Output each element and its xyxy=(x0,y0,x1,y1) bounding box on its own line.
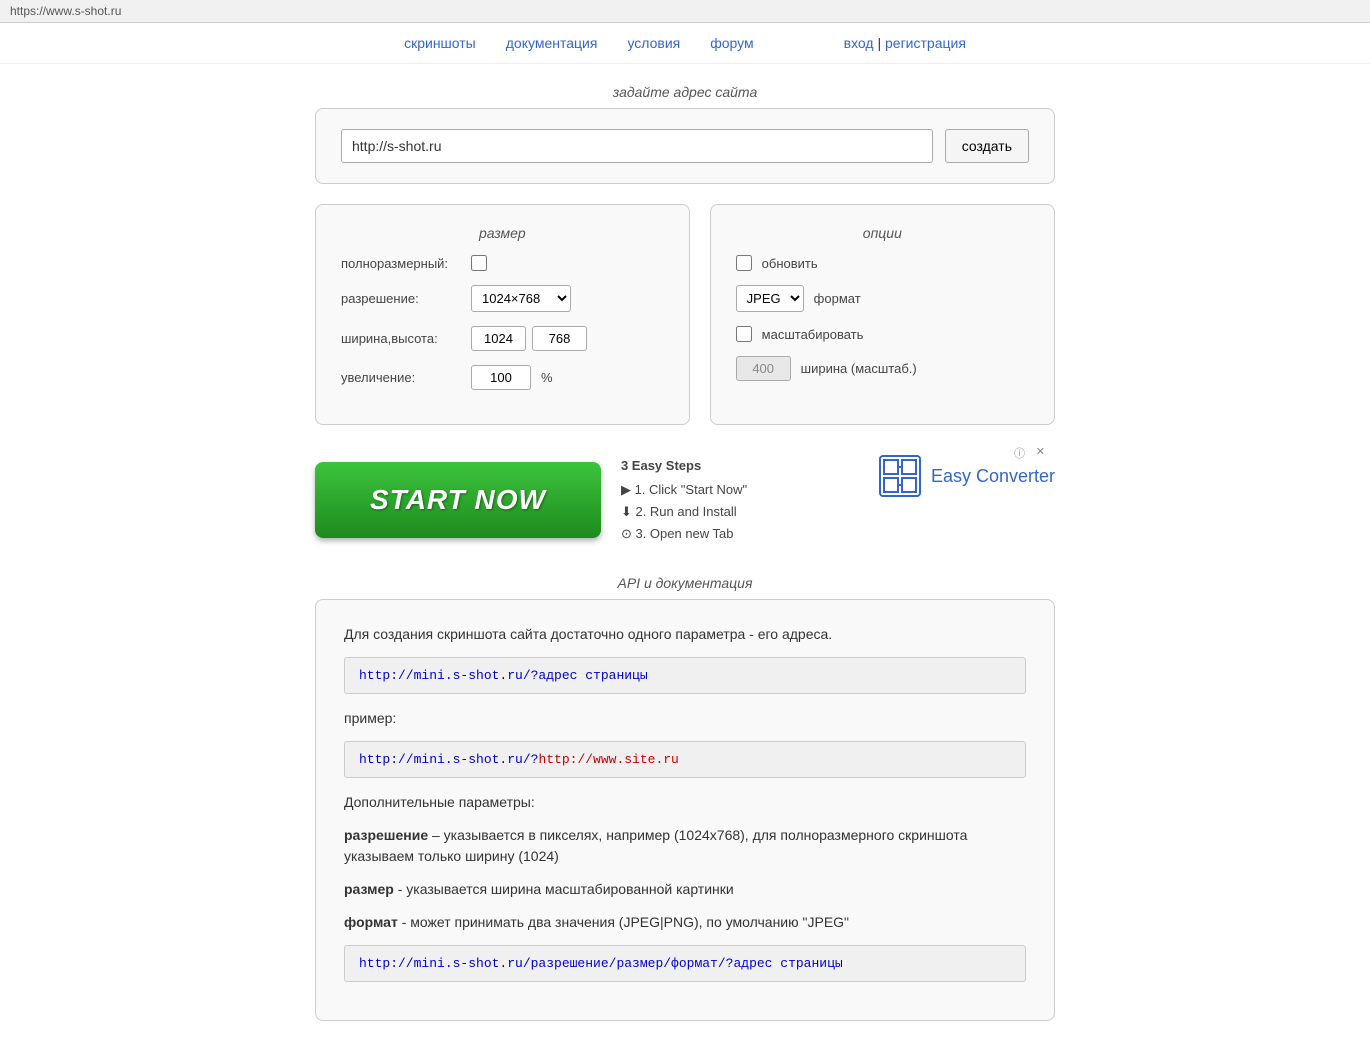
top-nav: скриншоты документация условия форум вхо… xyxy=(0,23,1370,64)
fullsize-label: полноразмерный: xyxy=(341,256,461,271)
api-example-label: пример: xyxy=(344,708,1026,729)
zoom-input[interactable] xyxy=(471,365,531,390)
api-intro: Для создания скриншота сайта достаточно … xyxy=(344,624,1026,645)
ad-steps: 3 Easy Steps ▶ 1. Click "Start Now" ⬇ 2.… xyxy=(621,455,747,545)
nav-auth: вход | регистрация xyxy=(844,35,966,51)
converter-svg xyxy=(882,458,918,494)
fullsize-checkbox[interactable] xyxy=(471,255,487,271)
nav-screenshots[interactable]: скриншоты xyxy=(404,35,476,51)
nav-terms[interactable]: условия xyxy=(627,35,680,51)
browser-bar: https://www.s-shot.ru xyxy=(0,0,1370,23)
ad-banner: START NOW 3 Easy Steps ▶ 1. Click "Start… xyxy=(315,445,1055,555)
param-size-desc: - указывается ширина масштабированной ка… xyxy=(394,881,734,897)
scale-width-label: ширина (масштаб.) xyxy=(801,361,1029,376)
url-input[interactable] xyxy=(341,129,933,163)
ad-close-button[interactable]: ✕ xyxy=(1036,445,1045,458)
param-resolution-title: разрешение xyxy=(344,827,428,843)
api-url3-text: http://mini.s-shot.ru/разрешение/размер/… xyxy=(359,956,843,971)
options-panel-title: опции xyxy=(736,225,1029,241)
format-label: формат xyxy=(814,291,1029,306)
refresh-checkbox[interactable] xyxy=(736,255,752,271)
wh-inputs xyxy=(471,326,587,351)
api-params-title: Дополнительные параметры: xyxy=(344,792,1026,813)
zoom-label: увеличение: xyxy=(341,370,461,385)
refresh-row: обновить xyxy=(736,255,1029,271)
ad-converter: Easy Converter xyxy=(879,455,1055,497)
nav-login[interactable]: вход xyxy=(844,35,874,51)
refresh-label: обновить xyxy=(762,256,1029,271)
wh-label: ширина,высота: xyxy=(341,331,461,346)
scale-width-row: ширина (масштаб.) xyxy=(736,356,1029,381)
nav-documentation[interactable]: документация xyxy=(506,35,598,51)
api-url1: http://mini.s-shot.ru/?адрес страницы xyxy=(344,657,1026,694)
api-url1-text: http://mini.s-shot.ru/?адрес страницы xyxy=(359,668,648,683)
param-resolution-desc: – указывается в пикселях, например (1024… xyxy=(344,827,967,864)
param-format-desc: - может принимать два значения (JPEG|PNG… xyxy=(398,914,849,930)
width-input[interactable] xyxy=(471,326,526,351)
fullsize-row: полноразмерный: xyxy=(341,255,664,271)
api-section-label: API и документация xyxy=(315,575,1055,591)
url-section-label: задайте адрес сайта xyxy=(315,84,1055,100)
ad-step1: ▶ 1. Click "Start Now" xyxy=(621,479,747,501)
nav-register[interactable]: регистрация xyxy=(885,35,966,51)
resolution-select[interactable]: 800×600 1024×768 1280×1024 1600×1200 xyxy=(471,285,571,312)
ad-steps-title: 3 Easy Steps xyxy=(621,455,747,477)
scale-label: масштабировать xyxy=(762,327,1029,342)
nav-separator: | xyxy=(877,35,881,51)
api-param-size: размер - указывается ширина масштабирова… xyxy=(344,879,1026,900)
url-box: создать xyxy=(315,108,1055,184)
size-panel: размер полноразмерный: разрешение: 800×6… xyxy=(315,204,690,425)
size-panel-title: размер xyxy=(341,225,664,241)
start-now-button[interactable]: START NOW xyxy=(315,462,601,538)
zoom-row: увеличение: % xyxy=(341,365,664,390)
api-section: Для создания скриншота сайта достаточно … xyxy=(315,599,1055,1021)
converter-name: Easy Converter xyxy=(931,466,1055,487)
format-select[interactable]: JPEG PNG xyxy=(736,285,804,312)
ad-step2: ⬇ 2. Run and Install xyxy=(621,501,747,523)
scale-row: масштабировать xyxy=(736,326,1029,342)
resolution-label: разрешение: xyxy=(341,291,461,306)
scale-checkbox[interactable] xyxy=(736,326,752,342)
wh-row: ширина,высота: xyxy=(341,326,664,351)
options-panel: опции обновить JPEG PNG формат масштабир… xyxy=(710,204,1055,425)
api-param-format: формат - может принимать два значения (J… xyxy=(344,912,1026,933)
create-button[interactable]: создать xyxy=(945,129,1029,163)
scale-width-input[interactable] xyxy=(736,356,791,381)
ad-info-button[interactable]: ⓘ xyxy=(1014,445,1025,461)
browser-url: https://www.s-shot.ru xyxy=(10,4,121,18)
main-content: задайте адрес сайта создать размер полно… xyxy=(305,64,1065,1041)
ad-middle: 3 Easy Steps ▶ 1. Click "Start Now" ⬇ 2.… xyxy=(601,455,1055,545)
param-size-title: размер xyxy=(344,881,394,897)
ad-step3: ⊙ 3. Open new Tab xyxy=(621,523,747,545)
api-url2-link: http://www.site.ru xyxy=(538,752,678,767)
api-url2-prefix: http://mini.s-shot.ru/? xyxy=(359,752,538,767)
api-url2: http://mini.s-shot.ru/?http://www.site.r… xyxy=(344,741,1026,778)
converter-icon xyxy=(879,455,921,497)
format-row: JPEG PNG формат xyxy=(736,285,1029,312)
panels-row: размер полноразмерный: разрешение: 800×6… xyxy=(315,204,1055,425)
height-input[interactable] xyxy=(532,326,587,351)
api-url3: http://mini.s-shot.ru/разрешение/размер/… xyxy=(344,945,1026,982)
percent-label: % xyxy=(541,370,553,385)
api-param-resolution: разрешение – указывается в пикселях, нап… xyxy=(344,825,1026,867)
params-title-label: Дополнительные параметры: xyxy=(344,794,535,810)
nav-forum[interactable]: форум xyxy=(710,35,753,51)
resolution-row: разрешение: 800×600 1024×768 1280×1024 1… xyxy=(341,285,664,312)
param-format-title: формат xyxy=(344,914,398,930)
